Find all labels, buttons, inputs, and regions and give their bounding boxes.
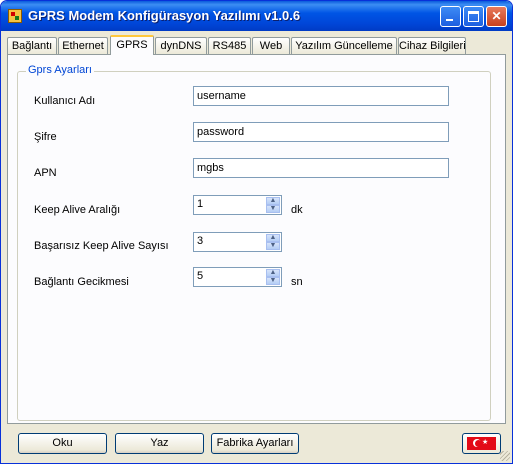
main-window: GPRS Modem Konfigürasyon Yazılımı v1.0.6…: [0, 0, 513, 464]
language-button[interactable]: ★: [462, 433, 501, 454]
resize-grip[interactable]: [500, 451, 510, 461]
keep-alive-interval-value: 1: [197, 198, 204, 210]
connection-delay-stepper[interactable]: 5 ▲ ▼: [193, 267, 282, 287]
username-label: Kullanıcı Adı: [34, 95, 96, 107]
crescent-inner: [475, 440, 482, 447]
keep-alive-interval-unit: dk: [291, 204, 303, 216]
tab-rs485[interactable]: RS485: [208, 37, 251, 54]
spin-buttons: ▲ ▼: [266, 197, 280, 213]
read-button[interactable]: Oku: [18, 433, 107, 454]
connection-delay-label: Bağlantı Gecikmesi: [34, 276, 129, 288]
keep-alive-interval-label: Keep Alive Aralığı: [34, 204, 121, 216]
tab-web[interactable]: Web: [252, 37, 290, 54]
failed-keep-alive-value: 3: [197, 235, 204, 247]
tab-gprs[interactable]: GPRS: [110, 35, 154, 55]
tab-ethernet[interactable]: Ethernet: [58, 37, 108, 54]
tab-yazilim-guncelleme[interactable]: Yazılım Güncelleme: [291, 37, 397, 54]
tab-dyndns[interactable]: dynDNS: [155, 37, 207, 54]
window-title: GPRS Modem Konfigürasyon Yazılımı v1.0.6: [28, 8, 301, 23]
turkey-flag-icon: ★: [467, 437, 496, 450]
spin-down-icon[interactable]: ▼: [266, 205, 280, 213]
write-button[interactable]: Yaz: [115, 433, 204, 454]
spin-buttons: ▲ ▼: [266, 269, 280, 285]
title-bar[interactable]: GPRS Modem Konfigürasyon Yazılımı v1.0.6…: [1, 1, 512, 31]
minimize-button[interactable]: [440, 6, 461, 27]
star-icon: ★: [482, 439, 489, 446]
spin-down-icon[interactable]: ▼: [266, 242, 280, 250]
gprs-tab-page: Gprs Ayarları Kullanıcı Adı username Şif…: [7, 54, 506, 424]
spin-up-icon[interactable]: ▲: [266, 197, 280, 205]
password-label: Şifre: [34, 131, 57, 143]
spin-up-icon[interactable]: ▲: [266, 234, 280, 242]
username-input[interactable]: username: [193, 86, 449, 106]
close-button[interactable]: ✕: [486, 6, 507, 27]
keep-alive-interval-stepper[interactable]: 1 ▲ ▼: [193, 195, 282, 215]
tab-baglanti[interactable]: Bağlantı: [7, 37, 57, 54]
apn-label: APN: [34, 167, 57, 179]
spin-up-icon[interactable]: ▲: [266, 269, 280, 277]
tab-cihaz-bilgileri[interactable]: Cihaz Bilgileri: [398, 37, 466, 54]
apn-input[interactable]: mgbs: [193, 158, 449, 178]
spin-down-icon[interactable]: ▼: [266, 277, 280, 285]
password-input[interactable]: password: [193, 122, 449, 142]
connection-delay-value: 5: [197, 270, 204, 282]
failed-keep-alive-label: Başarısız Keep Alive Sayısı: [34, 240, 169, 252]
spin-buttons: ▲ ▼: [266, 234, 280, 250]
failed-keep-alive-stepper[interactable]: 3 ▲ ▼: [193, 232, 282, 252]
connection-delay-unit: sn: [291, 276, 303, 288]
maximize-button[interactable]: [463, 6, 484, 27]
factory-settings-button[interactable]: Fabrika Ayarları: [211, 433, 299, 454]
group-title: Gprs Ayarları: [26, 64, 94, 76]
app-icon: [8, 9, 22, 23]
